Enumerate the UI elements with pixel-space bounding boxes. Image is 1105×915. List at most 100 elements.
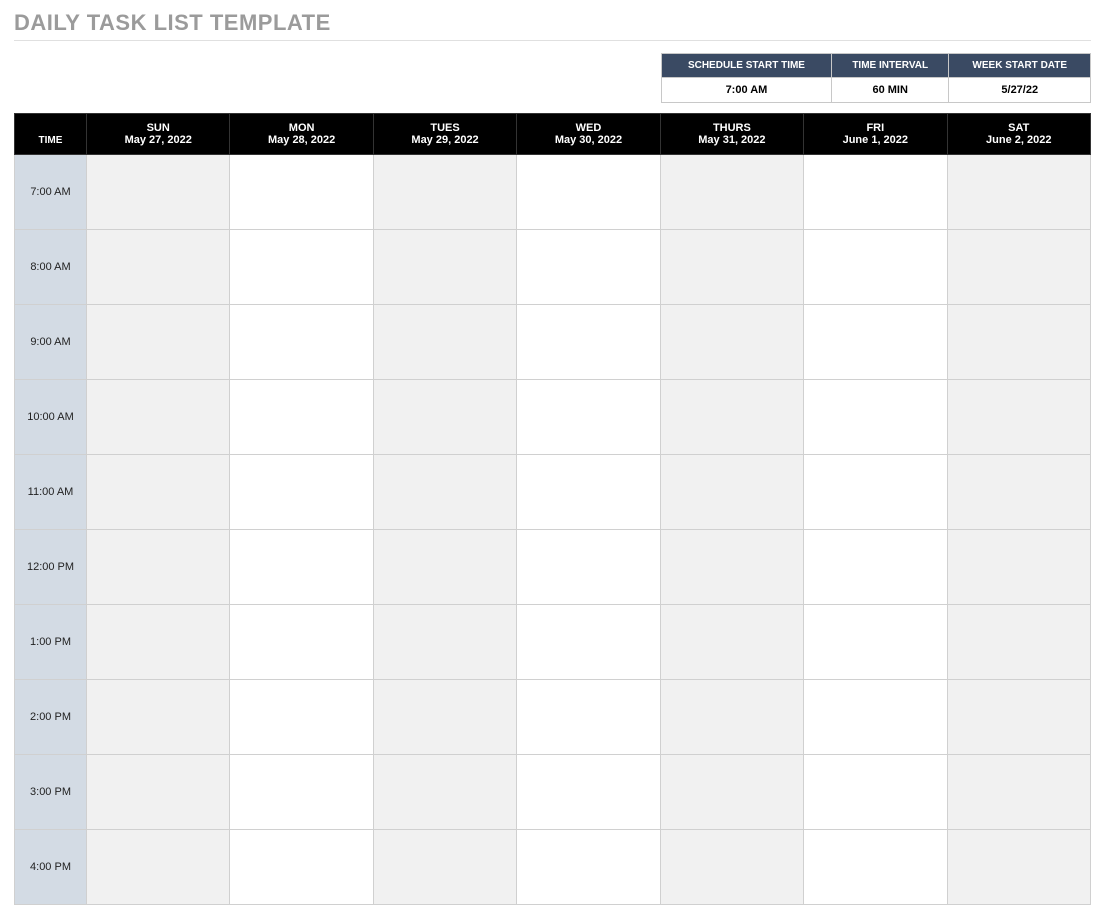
- task-cell[interactable]: [373, 380, 516, 455]
- task-cell[interactable]: [947, 755, 1090, 830]
- task-cell[interactable]: [87, 455, 230, 530]
- task-cell[interactable]: [947, 680, 1090, 755]
- time-cell: 11:00 AM: [15, 455, 87, 530]
- time-cell: 10:00 AM: [15, 380, 87, 455]
- day-abbr: WED: [521, 122, 655, 134]
- task-cell[interactable]: [87, 155, 230, 230]
- day-abbr: THURS: [665, 122, 799, 134]
- task-cell[interactable]: [947, 380, 1090, 455]
- time-cell: 12:00 PM: [15, 530, 87, 605]
- task-cell[interactable]: [373, 530, 516, 605]
- task-cell[interactable]: [660, 230, 803, 305]
- task-cell[interactable]: [804, 455, 947, 530]
- task-cell[interactable]: [517, 155, 660, 230]
- task-cell[interactable]: [804, 155, 947, 230]
- task-cell[interactable]: [804, 305, 947, 380]
- schedule-row: 11:00 AM: [15, 455, 1091, 530]
- task-cell[interactable]: [373, 230, 516, 305]
- task-cell[interactable]: [660, 155, 803, 230]
- day-date: May 30, 2022: [521, 134, 655, 146]
- task-cell[interactable]: [660, 605, 803, 680]
- task-cell[interactable]: [947, 830, 1090, 905]
- task-cell[interactable]: [87, 755, 230, 830]
- settings-value-interval[interactable]: 60 MIN: [831, 78, 949, 103]
- task-cell[interactable]: [87, 680, 230, 755]
- task-cell[interactable]: [804, 680, 947, 755]
- task-cell[interactable]: [660, 530, 803, 605]
- day-abbr: SUN: [91, 122, 225, 134]
- task-cell[interactable]: [373, 455, 516, 530]
- task-cell[interactable]: [947, 305, 1090, 380]
- task-cell[interactable]: [947, 605, 1090, 680]
- settings-bar: SCHEDULE START TIME TIME INTERVAL WEEK S…: [14, 53, 1091, 103]
- task-cell[interactable]: [230, 305, 373, 380]
- task-cell[interactable]: [517, 380, 660, 455]
- schedule-row: 1:00 PM: [15, 605, 1091, 680]
- day-header-thu: THURS May 31, 2022: [660, 114, 803, 155]
- time-cell: 8:00 AM: [15, 230, 87, 305]
- task-cell[interactable]: [517, 755, 660, 830]
- schedule-row: 2:00 PM: [15, 680, 1091, 755]
- task-cell[interactable]: [804, 830, 947, 905]
- task-cell[interactable]: [230, 530, 373, 605]
- task-cell[interactable]: [660, 380, 803, 455]
- task-cell[interactable]: [87, 380, 230, 455]
- task-cell[interactable]: [660, 680, 803, 755]
- task-cell[interactable]: [373, 605, 516, 680]
- day-abbr: TUES: [378, 122, 512, 134]
- settings-header-interval: TIME INTERVAL: [831, 54, 949, 78]
- task-cell[interactable]: [947, 530, 1090, 605]
- task-cell[interactable]: [660, 755, 803, 830]
- day-header-wed: WED May 30, 2022: [517, 114, 660, 155]
- time-cell: 1:00 PM: [15, 605, 87, 680]
- task-cell[interactable]: [804, 530, 947, 605]
- time-cell: 9:00 AM: [15, 305, 87, 380]
- day-header-mon: MON May 28, 2022: [230, 114, 373, 155]
- task-cell[interactable]: [517, 455, 660, 530]
- task-cell[interactable]: [373, 155, 516, 230]
- task-cell[interactable]: [230, 605, 373, 680]
- task-cell[interactable]: [660, 305, 803, 380]
- task-cell[interactable]: [230, 680, 373, 755]
- task-cell[interactable]: [947, 455, 1090, 530]
- task-cell[interactable]: [517, 230, 660, 305]
- task-cell[interactable]: [87, 830, 230, 905]
- task-cell[interactable]: [373, 680, 516, 755]
- time-cell: 4:00 PM: [15, 830, 87, 905]
- task-cell[interactable]: [230, 755, 373, 830]
- day-header-sun: SUN May 27, 2022: [87, 114, 230, 155]
- task-cell[interactable]: [230, 830, 373, 905]
- task-cell[interactable]: [947, 230, 1090, 305]
- task-cell[interactable]: [804, 380, 947, 455]
- task-cell[interactable]: [373, 830, 516, 905]
- task-cell[interactable]: [517, 530, 660, 605]
- day-date: May 31, 2022: [665, 134, 799, 146]
- task-cell[interactable]: [660, 830, 803, 905]
- task-cell[interactable]: [947, 155, 1090, 230]
- task-cell[interactable]: [230, 230, 373, 305]
- task-cell[interactable]: [517, 305, 660, 380]
- task-cell[interactable]: [87, 305, 230, 380]
- task-cell[interactable]: [517, 830, 660, 905]
- task-cell[interactable]: [804, 230, 947, 305]
- day-header-sat: SAT June 2, 2022: [947, 114, 1090, 155]
- task-cell[interactable]: [230, 455, 373, 530]
- task-cell[interactable]: [517, 605, 660, 680]
- task-cell[interactable]: [804, 755, 947, 830]
- task-cell[interactable]: [804, 605, 947, 680]
- task-cell[interactable]: [517, 680, 660, 755]
- task-cell[interactable]: [660, 455, 803, 530]
- settings-value-start-time[interactable]: 7:00 AM: [662, 78, 832, 103]
- task-cell[interactable]: [87, 605, 230, 680]
- day-abbr: SAT: [952, 122, 1086, 134]
- task-cell[interactable]: [373, 305, 516, 380]
- task-cell[interactable]: [230, 155, 373, 230]
- time-cell: 3:00 PM: [15, 755, 87, 830]
- task-cell[interactable]: [230, 380, 373, 455]
- task-cell[interactable]: [87, 530, 230, 605]
- schedule-row: 7:00 AM: [15, 155, 1091, 230]
- settings-value-week-start[interactable]: 5/27/22: [949, 78, 1091, 103]
- task-cell[interactable]: [373, 755, 516, 830]
- day-date: May 29, 2022: [378, 134, 512, 146]
- task-cell[interactable]: [87, 230, 230, 305]
